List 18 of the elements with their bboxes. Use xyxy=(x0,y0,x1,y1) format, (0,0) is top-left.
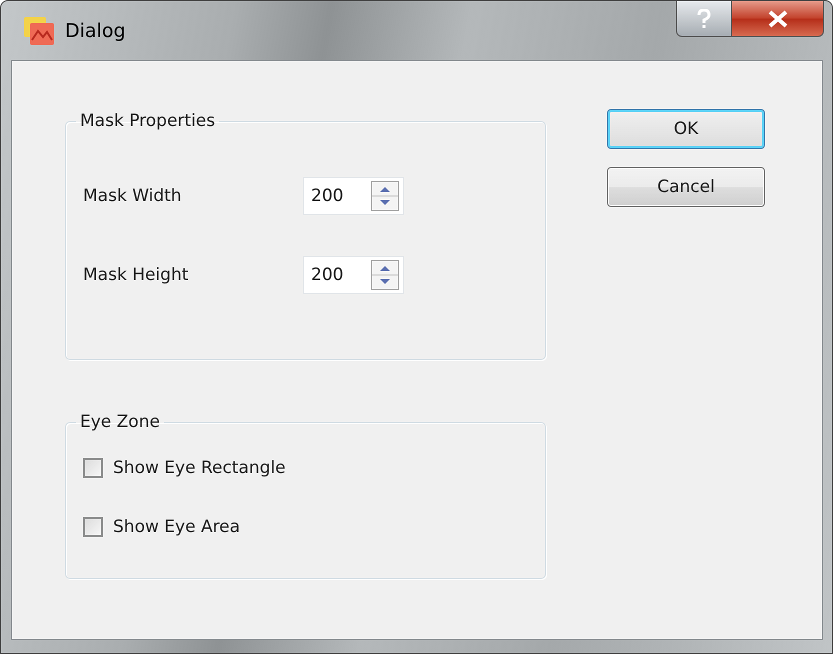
cancel-button[interactable]: Cancel xyxy=(607,167,765,207)
group-title: Mask Properties xyxy=(79,111,216,131)
field-label: Mask Width xyxy=(83,186,183,206)
window-title: Dialog xyxy=(65,20,126,42)
app-icon xyxy=(23,16,55,46)
close-button[interactable] xyxy=(732,1,824,37)
field-label: Mask Height xyxy=(83,265,190,285)
ok-button[interactable]: OK xyxy=(607,109,765,149)
spin-arrows-icon[interactable] xyxy=(371,181,399,211)
checkbox-label[interactable]: Show Eye Rectangle xyxy=(113,458,286,478)
spin-arrows-icon[interactable] xyxy=(371,260,399,290)
help-icon xyxy=(697,8,711,28)
help-button[interactable] xyxy=(676,1,732,37)
group-title: Eye Zone xyxy=(79,412,161,432)
checkbox-label[interactable]: Show Eye Area xyxy=(113,517,240,537)
close-icon xyxy=(766,10,788,28)
checkbox[interactable] xyxy=(83,517,103,537)
checkbox[interactable] xyxy=(83,458,103,478)
